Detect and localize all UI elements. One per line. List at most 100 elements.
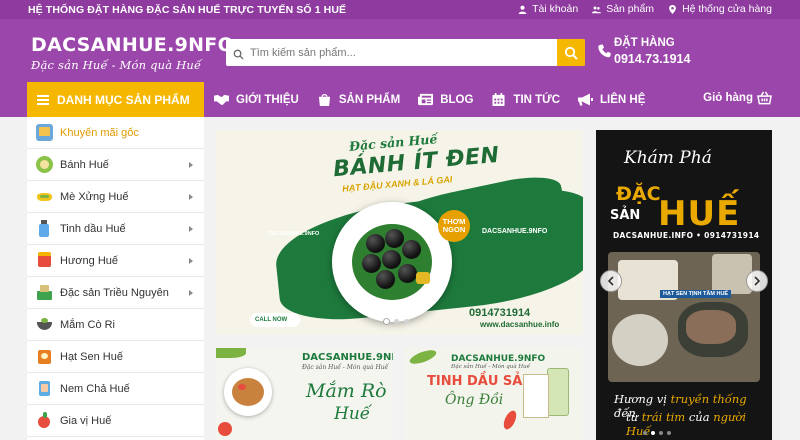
category-item-trieu-nguyen[interactable]: Đặc sản Triều Nguyên bbox=[27, 277, 204, 309]
category-sidebar: Khuyến mãi gốc Bánh Huế Mè Xửng Huế Tinh… bbox=[27, 117, 204, 440]
banner-brand-right: DACSANHUE.9NFO bbox=[482, 228, 548, 235]
category-label: Gia vị Huế bbox=[60, 414, 112, 427]
category-item-huong-hue[interactable]: Hương Huế bbox=[27, 245, 204, 277]
slider-dot[interactable] bbox=[384, 319, 389, 324]
slider-next-button[interactable] bbox=[746, 270, 768, 292]
logo-slogan: Đặc sản Huế - Món quà Huế bbox=[31, 58, 202, 72]
cart-button[interactable]: Giỏ hàng bbox=[703, 91, 772, 105]
chevron-right-icon bbox=[754, 276, 761, 286]
side-banner-dac: ĐẶC bbox=[616, 183, 661, 205]
products-link[interactable]: Sản phẩm bbox=[592, 3, 654, 15]
side-banner-slider[interactable]: Khám Phá ĐẶC SẢN HUẾ DACSANHUE.INFO • 09… bbox=[596, 130, 772, 440]
chevron-left-icon bbox=[607, 276, 614, 286]
banner-brand-left: DACSANHUE.9NFO bbox=[268, 231, 320, 237]
candy-icon bbox=[36, 188, 53, 205]
slider-dot[interactable] bbox=[643, 431, 647, 435]
side-banner-hue: HUẾ bbox=[658, 194, 741, 234]
map-pin-icon bbox=[669, 4, 676, 14]
nav-item-tin-tuc[interactable]: TIN TỨC bbox=[491, 93, 560, 106]
promo-slogan: Đặc sản Huế - Món quà Huế bbox=[451, 364, 531, 370]
slider-dot[interactable] bbox=[659, 431, 663, 435]
slider-dot[interactable] bbox=[651, 431, 655, 435]
promo-box-icon bbox=[36, 124, 53, 141]
slider-dot[interactable] bbox=[404, 319, 409, 324]
promo-banner-tinh-dau-sa[interactable]: DACSANHUE.9NFO Đặc sản Huế - Món quà Huế… bbox=[405, 348, 583, 440]
order-label: ĐẶT HÀNG bbox=[614, 37, 675, 49]
site-logo[interactable]: DACSANHUE.9NFO Đặc sản Huế - Món quà Huế bbox=[31, 34, 235, 75]
promo-slogan: Đặc sản Huế - Món quà Huế bbox=[302, 364, 389, 371]
lotus-seed-icon bbox=[36, 348, 53, 365]
side-banner-san: SẢN bbox=[610, 208, 641, 223]
category-item-me-xung-hue[interactable]: Mè Xửng Huế bbox=[27, 181, 204, 213]
slider-prev-button[interactable] bbox=[600, 270, 622, 292]
banner-website: www.dacsanhue.info bbox=[480, 320, 560, 329]
handshake-icon bbox=[214, 94, 229, 106]
oil-bottle-icon bbox=[36, 220, 53, 237]
side-banner-product-tag: HẠT SEN TỊNH TÂM HUẾ bbox=[660, 290, 732, 298]
slider-dot[interactable] bbox=[394, 319, 399, 324]
side-banner-product-photo bbox=[608, 252, 760, 382]
promo-title: Mắm Rò bbox=[306, 380, 387, 402]
search-input[interactable] bbox=[250, 43, 550, 62]
promo-title-line2: Ông Đồi bbox=[445, 392, 504, 408]
category-item-mam-co-ri[interactable]: Mắm Cò Ri bbox=[27, 309, 204, 341]
main-nav: DANH MỤC SẢN PHẨM GIỚI THIỆU SẢN PHẨM BL… bbox=[0, 82, 800, 117]
search-bar bbox=[226, 39, 585, 66]
cart-label: Giỏ hàng bbox=[703, 92, 753, 104]
banner-hotline: 0914731914 bbox=[469, 307, 531, 319]
search-field-icon bbox=[233, 47, 244, 60]
logo-text: DACSANHUE.9NFO bbox=[31, 34, 235, 56]
nav-item-label: SẢN PHẨM bbox=[338, 93, 401, 106]
promo-banner-mam-ro[interactable]: DACSANHUE.9NFO Đặc sản Huế - Món quà Huế… bbox=[216, 348, 393, 440]
megaphone-icon bbox=[578, 93, 594, 106]
category-item-hat-sen-hue[interactable]: Hạt Sen Huế bbox=[27, 341, 204, 373]
nav-item-label: GIỚI THIỆU bbox=[236, 93, 299, 106]
nav-item-san-pham[interactable]: SẢN PHẨM bbox=[317, 93, 400, 106]
category-label: Đặc sản Triều Nguyên bbox=[60, 286, 169, 299]
account-link[interactable]: Tài khoản bbox=[518, 3, 578, 15]
category-menu-label: DANH MỤC SẢN PHẨM bbox=[57, 92, 190, 107]
nav-items: GIỚI THIỆU SẢN PHẨM BLOG TIN TỨC LIÊN HỆ bbox=[214, 82, 663, 117]
category-menu-toggle[interactable]: DANH MỤC SẢN PHẨM bbox=[27, 82, 204, 117]
slider-dot[interactable] bbox=[667, 431, 671, 435]
top-bar: HỆ THỐNG ĐẶT HÀNG ĐẶC SẢN HUẾ TRỰC TUYẾN… bbox=[0, 0, 800, 19]
chevron-right-icon bbox=[189, 194, 193, 200]
category-label: Hạt Sen Huế bbox=[60, 350, 123, 363]
category-label: Khuyến mãi gốc bbox=[60, 126, 139, 139]
chevron-right-icon bbox=[189, 290, 193, 296]
user-icon bbox=[518, 5, 527, 14]
promo-brand: DACSANHUE.9NFO bbox=[302, 352, 393, 363]
category-item-tinh-dau-hue[interactable]: Tinh dầu Huế bbox=[27, 213, 204, 245]
side-banner-kham-pha: Khám Phá bbox=[624, 148, 712, 168]
category-item-nem-cha-hue[interactable]: Nem Chả Huế bbox=[27, 373, 204, 405]
stores-link-label: Hệ thống cửa hàng bbox=[682, 3, 772, 15]
nav-item-lien-he[interactable]: LIÊN HỆ bbox=[578, 93, 645, 106]
category-label: Hương Huế bbox=[60, 254, 118, 267]
products-link-label: Sản phẩm bbox=[606, 3, 655, 15]
top-links: Tài khoản Sản phẩm Hệ thống cửa hàng bbox=[518, 3, 772, 15]
category-label: Tinh dầu Huế bbox=[60, 222, 126, 235]
main-banner-slider[interactable]: Đặc sản Huế BÁNH ÍT ĐEN HẠT ĐẬU XANH & L… bbox=[216, 130, 583, 335]
category-label: Nem Chả Huế bbox=[60, 382, 130, 395]
promo-brand: DACSANHUE.9NFO bbox=[451, 354, 546, 364]
chevron-right-icon bbox=[189, 162, 193, 168]
mam-bowl-image bbox=[224, 368, 272, 416]
category-item-banh-hue[interactable]: Bánh Huế bbox=[27, 149, 204, 181]
nav-item-label: TIN TỨC bbox=[513, 93, 561, 106]
order-phone: 0914.73.1914 bbox=[614, 52, 691, 66]
cake-icon bbox=[36, 156, 53, 173]
slider-dots bbox=[384, 319, 409, 324]
account-link-label: Tài khoản bbox=[532, 3, 579, 15]
search-button[interactable] bbox=[557, 39, 585, 66]
nem-icon bbox=[36, 380, 53, 397]
nav-item-blog[interactable]: BLOG bbox=[418, 93, 473, 106]
stores-link[interactable]: Hệ thống cửa hàng bbox=[668, 3, 772, 15]
newspaper-icon bbox=[418, 93, 434, 106]
category-item-khuyen-mai[interactable]: Khuyến mãi gốc bbox=[27, 117, 204, 149]
nav-item-label: BLOG bbox=[440, 93, 474, 106]
site-header: DACSANHUE.9NFO Đặc sản Huế - Món quà Huế… bbox=[0, 19, 800, 82]
nav-item-gioi-thieu[interactable]: GIỚI THIỆU bbox=[214, 93, 299, 106]
spice-icon bbox=[36, 412, 53, 429]
category-item-gia-vi-hue[interactable]: Gia vị Huế bbox=[27, 405, 204, 437]
banner-call-now-button[interactable]: CALL NOW bbox=[250, 313, 300, 327]
